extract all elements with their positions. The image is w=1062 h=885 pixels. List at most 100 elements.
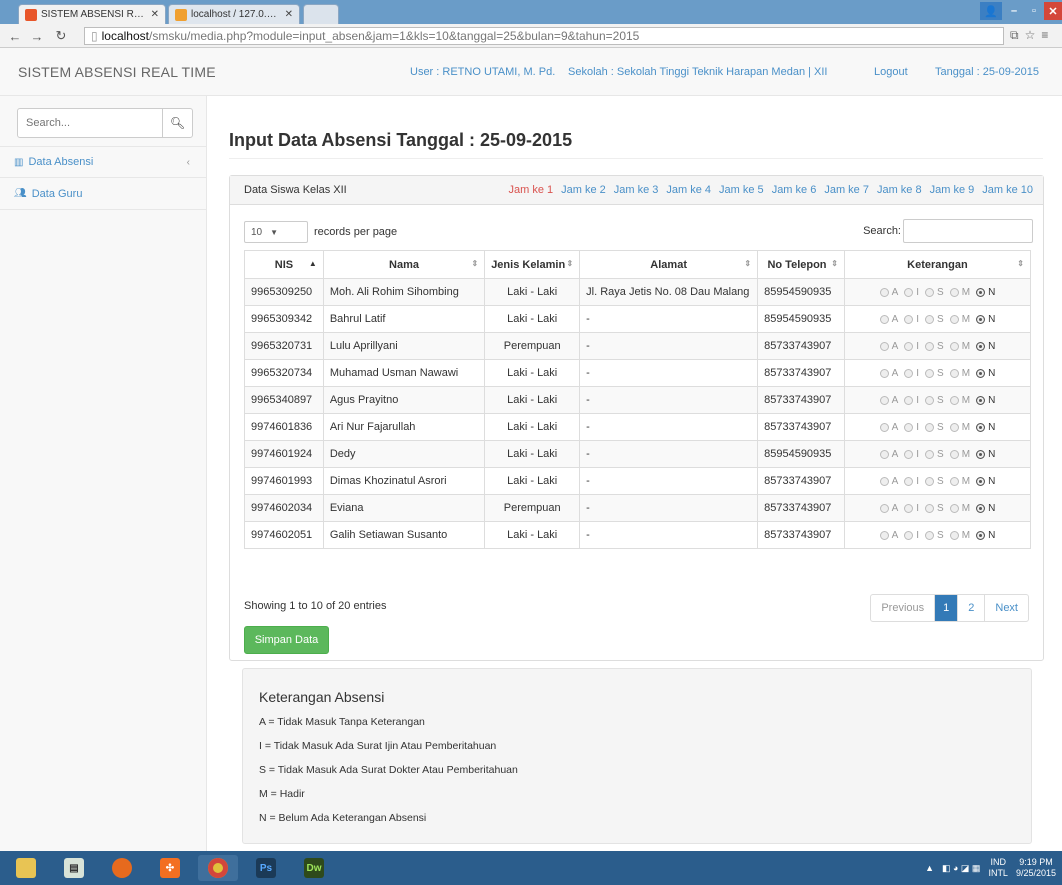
radio-m[interactable]: M xyxy=(949,530,970,541)
radio-i[interactable]: I xyxy=(904,341,919,352)
jam-link-8[interactable]: Jam ke 8 xyxy=(877,184,922,196)
column-header-keterangan[interactable]: Keterangan ⇕ xyxy=(843,250,1032,279)
column-header-jenis-kelamin[interactable]: Jenis Kelamin ⇕ xyxy=(484,250,581,279)
tray-icons[interactable]: ◧ ◕ ◪ ▦ xyxy=(942,863,980,874)
radio-n[interactable]: N xyxy=(976,476,995,487)
reload-icon[interactable]: ↻ xyxy=(52,27,70,45)
save-button[interactable]: Simpan Data xyxy=(244,626,329,654)
user-info[interactable]: User : RETNO UTAMI, M. Pd. xyxy=(410,66,555,78)
radio-a[interactable]: A xyxy=(879,530,898,541)
url-field[interactable]: ▯ localhost/smsku/media.php?module=input… xyxy=(84,27,1004,45)
prev-page-button[interactable]: Previous xyxy=(871,595,936,621)
radio-m[interactable]: M xyxy=(949,368,970,379)
radio-a[interactable]: A xyxy=(879,287,898,298)
column-header-nama[interactable]: Nama ⇕ xyxy=(322,250,486,279)
jam-link-10[interactable]: Jam ke 10 xyxy=(982,184,1033,196)
logout-link[interactable]: Logout xyxy=(874,66,908,78)
jam-link-1[interactable]: Jam ke 1 xyxy=(508,184,553,196)
radio-i[interactable]: I xyxy=(904,422,919,433)
jam-link-4[interactable]: Jam ke 4 xyxy=(666,184,711,196)
translate-icon[interactable]: ⧉ xyxy=(1010,28,1019,43)
radio-a[interactable]: A xyxy=(879,395,898,406)
radio-i[interactable]: I xyxy=(904,368,919,379)
input-language[interactable]: IND INTL xyxy=(988,857,1008,879)
sidebar-item-data-guru[interactable]: 👥︎ Data Guru xyxy=(0,178,206,210)
system-clock[interactable]: 9:19 PM 9/25/2015 xyxy=(1016,857,1056,879)
user-profile-icon[interactable]: 👤 xyxy=(980,2,1002,20)
page-button-2[interactable]: 2 xyxy=(958,595,986,621)
radio-s[interactable]: S xyxy=(925,395,944,406)
forward-icon[interactable]: → xyxy=(28,27,46,45)
radio-n[interactable]: N xyxy=(976,368,995,379)
jam-link-6[interactable]: Jam ke 6 xyxy=(772,184,817,196)
radio-m[interactable]: M xyxy=(949,422,970,433)
bookmark-star-icon[interactable]: ☆ xyxy=(1025,28,1036,43)
radio-n[interactable]: N xyxy=(976,287,995,298)
next-page-button[interactable]: Next xyxy=(985,595,1028,621)
radio-s[interactable]: S xyxy=(925,287,944,298)
new-tab-button[interactable] xyxy=(303,4,339,24)
radio-s[interactable]: S xyxy=(925,341,944,352)
jam-link-2[interactable]: Jam ke 2 xyxy=(561,184,606,196)
search-icon[interactable]: 🔍︎ xyxy=(162,109,192,137)
column-header-no-telepon[interactable]: No Telepon ⇕ xyxy=(757,250,845,279)
radio-m[interactable]: M xyxy=(949,476,970,487)
radio-i[interactable]: I xyxy=(904,314,919,325)
menu-icon[interactable]: ≡ xyxy=(1041,28,1048,43)
radio-a[interactable]: A xyxy=(879,422,898,433)
radio-m[interactable]: M xyxy=(949,314,970,325)
app-brand[interactable]: SISTEM ABSENSI REAL TIME xyxy=(18,64,216,80)
file-explorer-icon[interactable] xyxy=(6,855,46,881)
radio-a[interactable]: A xyxy=(879,476,898,487)
radio-i[interactable]: I xyxy=(904,530,919,541)
radio-s[interactable]: S xyxy=(925,422,944,433)
table-search-input[interactable] xyxy=(903,219,1033,243)
notes-icon[interactable]: ▤ xyxy=(54,855,94,881)
radio-n[interactable]: N xyxy=(976,314,995,325)
minimize-icon[interactable]: – xyxy=(1004,2,1024,20)
radio-a[interactable]: A xyxy=(879,341,898,352)
sidebar-item-data-absensi[interactable]: ▥ Data Absensi ‹ xyxy=(0,146,206,178)
radio-n[interactable]: N xyxy=(976,503,995,514)
jam-link-5[interactable]: Jam ke 5 xyxy=(719,184,764,196)
radio-n[interactable]: N xyxy=(976,422,995,433)
radio-i[interactable]: I xyxy=(904,395,919,406)
radio-s[interactable]: S xyxy=(925,449,944,460)
radio-n[interactable]: N xyxy=(976,449,995,460)
radio-i[interactable]: I xyxy=(904,503,919,514)
radio-m[interactable]: M xyxy=(949,287,970,298)
radio-s[interactable]: S xyxy=(925,530,944,541)
radio-s[interactable]: S xyxy=(925,503,944,514)
radio-n[interactable]: N xyxy=(976,395,995,406)
back-icon[interactable]: ← xyxy=(6,27,24,45)
radio-i[interactable]: I xyxy=(904,476,919,487)
maximize-icon[interactable]: ▫ xyxy=(1024,2,1044,20)
tray-show-hidden-icon[interactable]: ▲ xyxy=(925,863,934,873)
chrome-icon[interactable] xyxy=(198,855,238,881)
jam-link-3[interactable]: Jam ke 3 xyxy=(614,184,659,196)
radio-s[interactable]: S xyxy=(925,368,944,379)
radio-m[interactable]: M xyxy=(949,341,970,352)
radio-m[interactable]: M xyxy=(949,503,970,514)
radio-i[interactable]: I xyxy=(904,287,919,298)
radio-s[interactable]: S xyxy=(925,314,944,325)
radio-a[interactable]: A xyxy=(879,368,898,379)
records-per-page-select[interactable]: 10 ▼ xyxy=(244,221,308,243)
browser-tab-1[interactable]: SISTEM ABSENSI REAL TIM ✕ xyxy=(18,4,166,24)
radio-i[interactable]: I xyxy=(904,449,919,460)
radio-a[interactable]: A xyxy=(879,449,898,460)
sidebar-search-input[interactable] xyxy=(18,109,162,137)
firefox-icon[interactable] xyxy=(102,855,142,881)
close-window-icon[interactable]: ✕ xyxy=(1044,2,1062,20)
date-info[interactable]: Tanggal : 25-09-2015 xyxy=(935,66,1039,78)
browser-tab-2[interactable]: localhost / 127.0.0.1 / smsk ✕ xyxy=(168,4,300,24)
radio-n[interactable]: N xyxy=(976,530,995,541)
column-header-alamat[interactable]: Alamat ⇕ xyxy=(579,250,759,279)
photoshop-icon[interactable]: Ps xyxy=(246,855,286,881)
dreamweaver-icon[interactable]: Dw xyxy=(294,855,334,881)
radio-s[interactable]: S xyxy=(925,476,944,487)
radio-n[interactable]: N xyxy=(976,341,995,352)
radio-m[interactable]: M xyxy=(949,449,970,460)
jam-link-7[interactable]: Jam ke 7 xyxy=(824,184,869,196)
tab-close-icon[interactable]: ✕ xyxy=(151,9,159,20)
